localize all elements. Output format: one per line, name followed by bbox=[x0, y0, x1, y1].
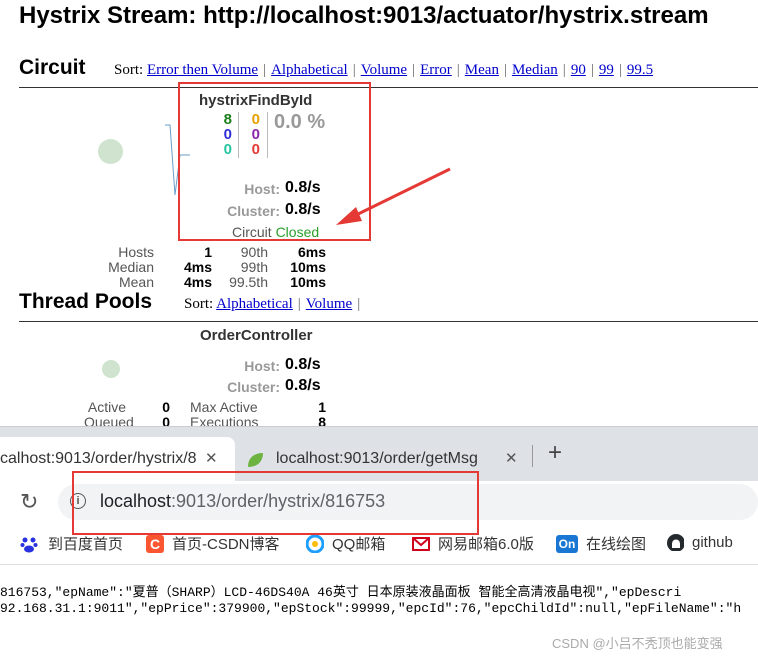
bookmark-label: QQ邮箱 bbox=[332, 536, 386, 553]
close-icon[interactable]: ✕ bbox=[205, 449, 218, 467]
p90-label: 90th bbox=[240, 244, 268, 260]
bookmark-baidu[interactable]: 到百度首页 bbox=[20, 533, 123, 554]
circuit-sort-bar: Sort: Error then Volume | Alphabetical | Vol… bbox=[114, 62, 654, 78]
stats-values-right: 6ms 10ms 10ms bbox=[280, 245, 326, 290]
sort-alphabetical[interactable]: Alphabetical bbox=[271, 62, 348, 78]
online-draw-icon: On bbox=[556, 534, 578, 553]
bookmark-netease-mail[interactable]: 网易邮箱6.0版 bbox=[412, 533, 534, 554]
tab-separator bbox=[532, 445, 533, 467]
p995-value: 10ms bbox=[290, 274, 326, 290]
sort-mean[interactable]: Mean bbox=[465, 62, 499, 78]
stats-labels-right: 90th 99th 99.5th bbox=[222, 245, 268, 290]
pool-cluster-label: Cluster: bbox=[227, 379, 280, 395]
pool-sort-alphabetical[interactable]: Alphabetical bbox=[216, 296, 293, 312]
bookmarks-divider bbox=[0, 564, 758, 565]
pool-sort-label: Sort: bbox=[184, 296, 214, 312]
bookmark-label: 到百度首页 bbox=[48, 536, 124, 553]
sort-error[interactable]: Error bbox=[420, 62, 452, 78]
tab-active-title: calhost:9013/order/hystrix/8 bbox=[0, 450, 197, 467]
response-line-1: 816753,"epName":"夏普（SHARP）LCD-46DS40A 46… bbox=[0, 585, 682, 600]
pool-name: OrderController bbox=[200, 327, 313, 344]
bookmark-qq-mail[interactable]: QQ邮箱 bbox=[306, 533, 385, 554]
thread-pools-sort-bar: Sort: Alphabetical | Volume | bbox=[184, 296, 361, 312]
bookmark-csdn[interactable]: C 首页-CSDN博客 bbox=[146, 533, 280, 554]
median-value: 4ms bbox=[183, 259, 212, 275]
close-icon[interactable]: ✕ bbox=[505, 449, 518, 467]
active-label: Active bbox=[87, 399, 126, 415]
pool-host-rate: 0.8/s bbox=[285, 356, 321, 373]
mean-label: Mean bbox=[118, 274, 154, 290]
page-title: Hystrix Stream: http://localhost:9013/ac… bbox=[19, 2, 709, 29]
active-value: 0 bbox=[162, 399, 170, 415]
thread-pools-divider bbox=[19, 321, 758, 322]
new-tab-button[interactable]: + bbox=[548, 439, 562, 467]
sort-error-then-volume[interactable]: Error then Volume bbox=[147, 62, 258, 78]
sort-label: Sort: bbox=[114, 62, 144, 78]
mean-value: 4ms bbox=[183, 274, 212, 290]
pool-health-circle bbox=[102, 360, 120, 378]
browser-window: calhost:9013/order/hystrix/8 ✕ localhost… bbox=[0, 426, 758, 658]
pool-sort-volume[interactable]: Volume bbox=[306, 296, 352, 312]
stats-labels-left: Hosts Median Mean bbox=[104, 245, 154, 290]
spring-leaf-icon bbox=[248, 453, 263, 467]
sort-99-5[interactable]: 99.5 bbox=[627, 62, 653, 78]
p99-label: 99th bbox=[240, 259, 268, 275]
annotation-arrow-icon bbox=[336, 167, 451, 225]
qq-mail-icon bbox=[306, 534, 324, 553]
response-line-2: 92.168.31.1:9011","epPrice":379900,"epSt… bbox=[0, 601, 742, 616]
circuit-heading: Circuit bbox=[19, 56, 86, 79]
p90-value: 6ms bbox=[297, 244, 326, 260]
sort-99[interactable]: 99 bbox=[599, 62, 614, 78]
baidu-icon bbox=[20, 537, 38, 552]
max-active-value: 1 bbox=[318, 399, 326, 415]
sort-volume[interactable]: Volume bbox=[361, 62, 407, 78]
bookmark-online-draw[interactable]: On 在线绘图 bbox=[556, 533, 646, 554]
bookmark-label: github bbox=[692, 533, 733, 551]
tab-inactive-title: localhost:9013/order/getMsg bbox=[276, 450, 478, 467]
bookmark-label: 首页-CSDN博客 bbox=[172, 536, 280, 553]
thread-pools-heading: Thread Pools bbox=[19, 290, 153, 313]
bookmark-github[interactable]: github bbox=[666, 533, 733, 551]
pool-host-label: Host: bbox=[244, 358, 280, 374]
netease-mail-icon bbox=[412, 536, 430, 551]
hosts-value: 1 bbox=[204, 244, 212, 260]
hosts-label: Hosts bbox=[118, 244, 154, 260]
circuit-health-circle bbox=[98, 139, 123, 164]
median-label: Median bbox=[108, 259, 154, 275]
bookmark-label: 网易邮箱6.0版 bbox=[438, 536, 534, 553]
bookmark-label: 在线绘图 bbox=[586, 536, 647, 553]
pool-cluster-rate: 0.8/s bbox=[285, 377, 321, 394]
watermark: CSDN @小吕不秃顶也能变强 bbox=[552, 636, 723, 651]
stats-values-left: 1 4ms 4ms bbox=[176, 245, 212, 290]
p995-label: 99.5th bbox=[229, 274, 268, 290]
sort-90[interactable]: 90 bbox=[571, 62, 586, 78]
p99-value: 10ms bbox=[290, 259, 326, 275]
annotation-url-box bbox=[72, 471, 479, 535]
circuit-divider bbox=[19, 87, 758, 88]
reload-icon[interactable]: ↻ bbox=[20, 489, 38, 515]
sort-median[interactable]: Median bbox=[512, 62, 558, 78]
github-icon bbox=[667, 534, 684, 551]
max-active-label: Max Active bbox=[190, 399, 258, 415]
csdn-icon: C bbox=[146, 534, 164, 553]
